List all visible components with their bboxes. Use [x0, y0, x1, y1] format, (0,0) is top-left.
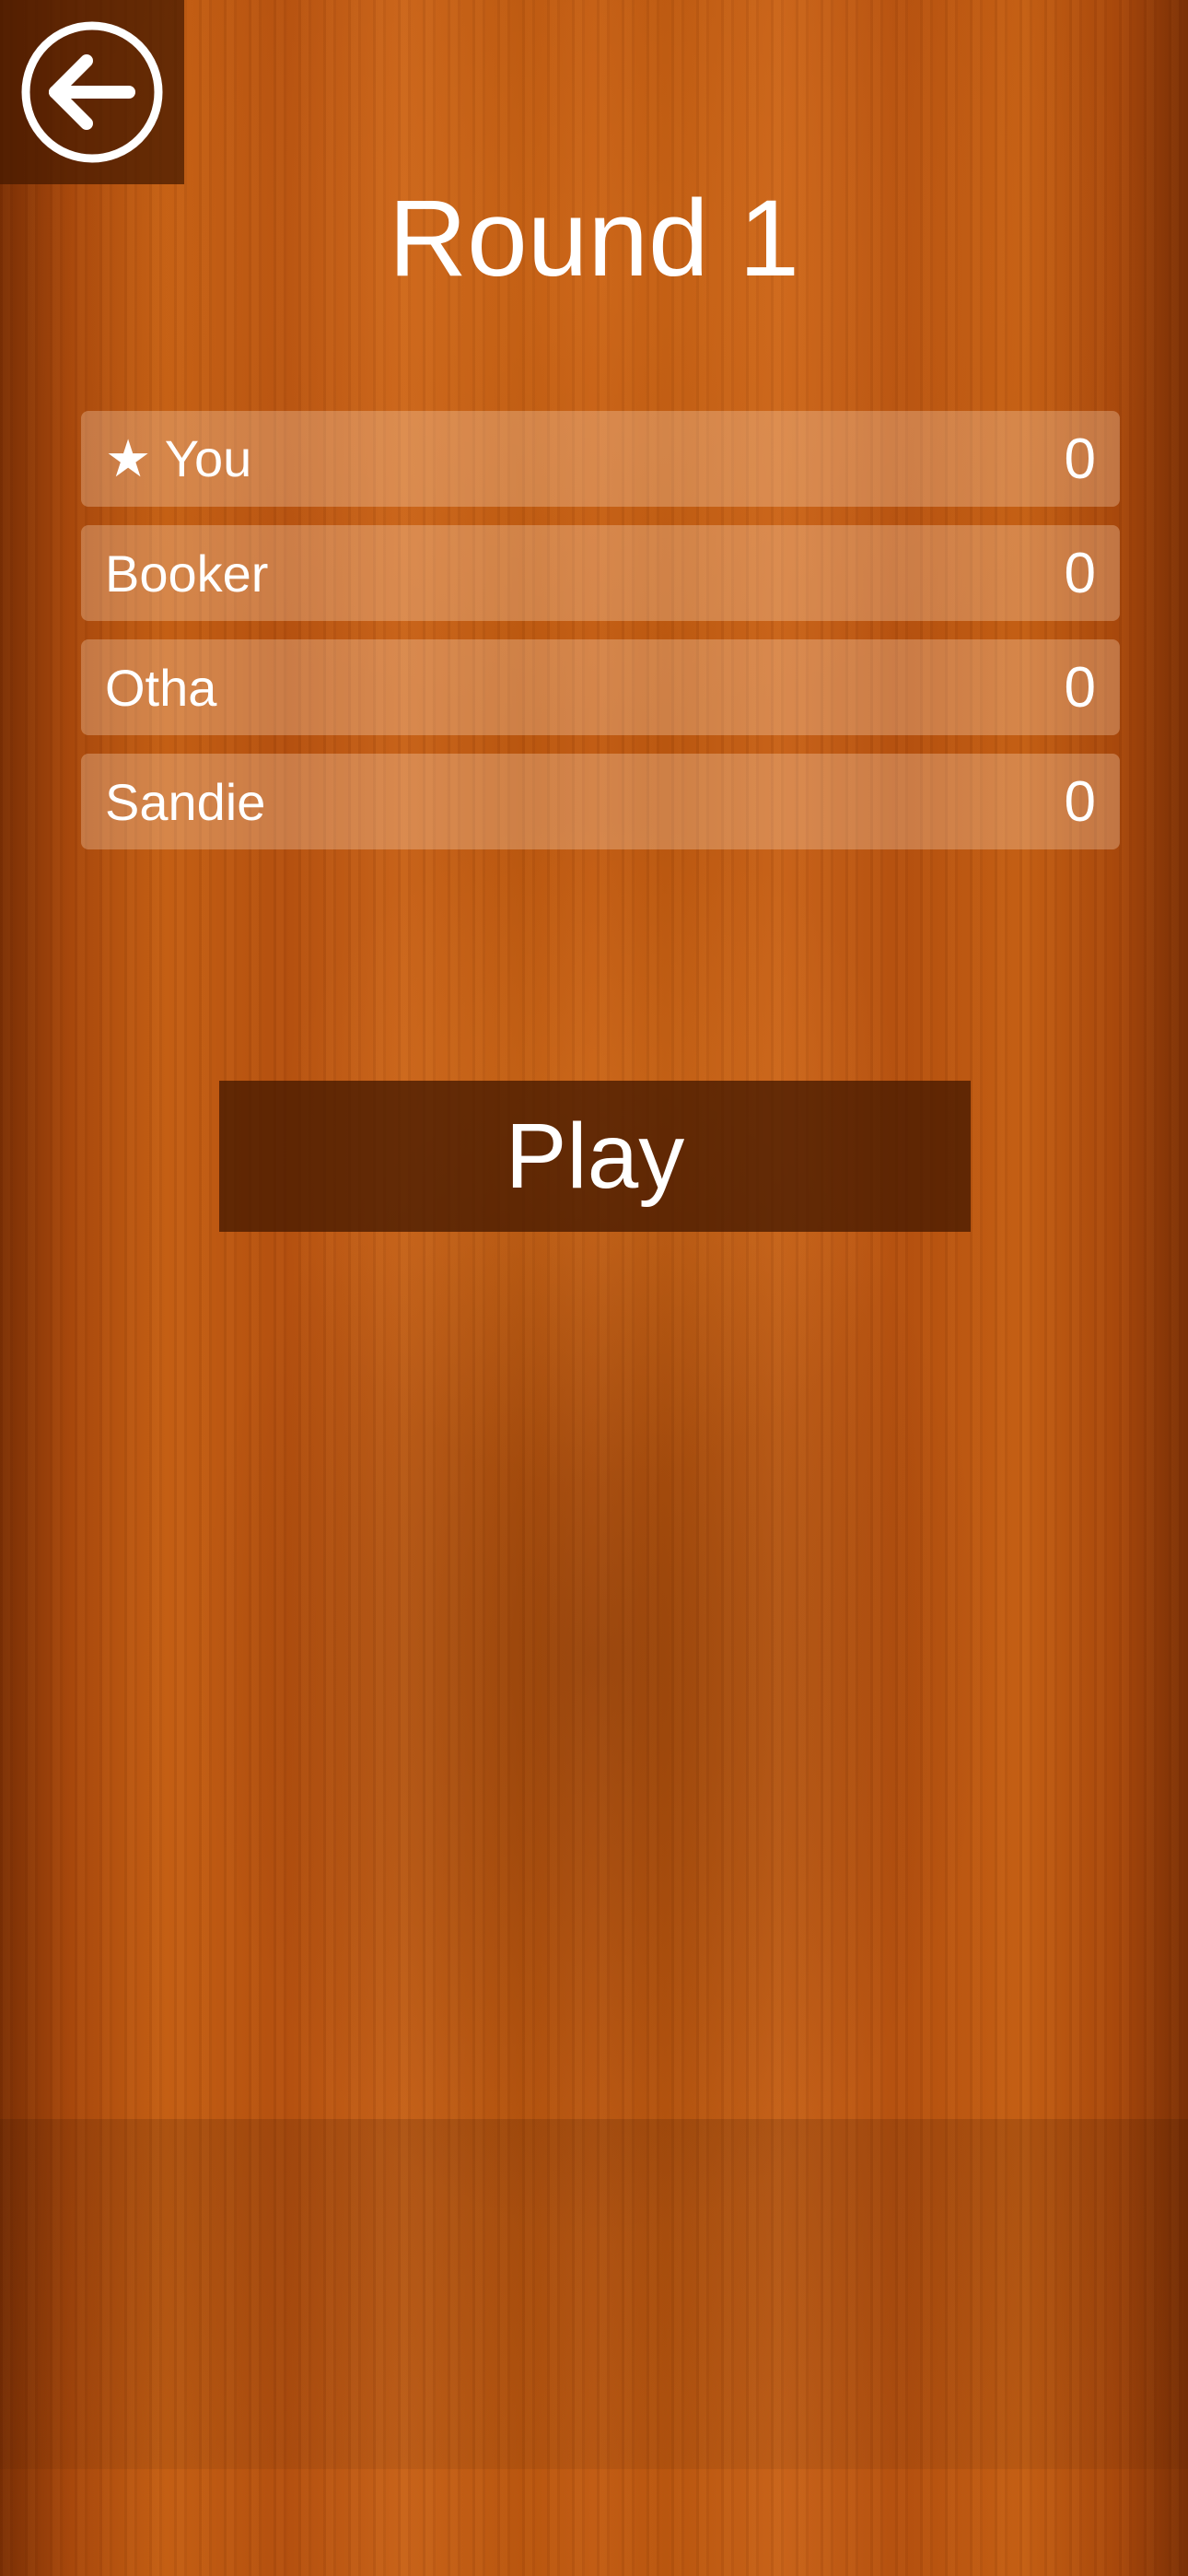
player-name: ★ You	[105, 429, 252, 487]
player-row-sandie: Sandie 0	[81, 754, 1120, 849]
player-name: Booker	[105, 544, 269, 603]
back-button[interactable]	[0, 0, 184, 184]
player-row-you: ★ You 0	[81, 411, 1120, 507]
player-name: Otha	[105, 658, 217, 717]
player-score: 0	[1064, 541, 1096, 605]
player-score: 0	[1064, 655, 1096, 720]
wood-background-lower	[0, 2119, 1188, 2469]
scoreboard: ★ You 0 Booker 0 Otha 0 Sandie 0	[81, 411, 1120, 868]
player-row-otha: Otha 0	[81, 639, 1120, 735]
player-score: 0	[1064, 427, 1096, 491]
player-score: 0	[1064, 769, 1096, 834]
player-name: Sandie	[105, 772, 266, 831]
arrow-left-circle-icon	[21, 21, 163, 163]
page-title: Round 1	[388, 178, 800, 300]
player-row-booker: Booker 0	[81, 525, 1120, 621]
play-button[interactable]: Play	[219, 1081, 971, 1232]
